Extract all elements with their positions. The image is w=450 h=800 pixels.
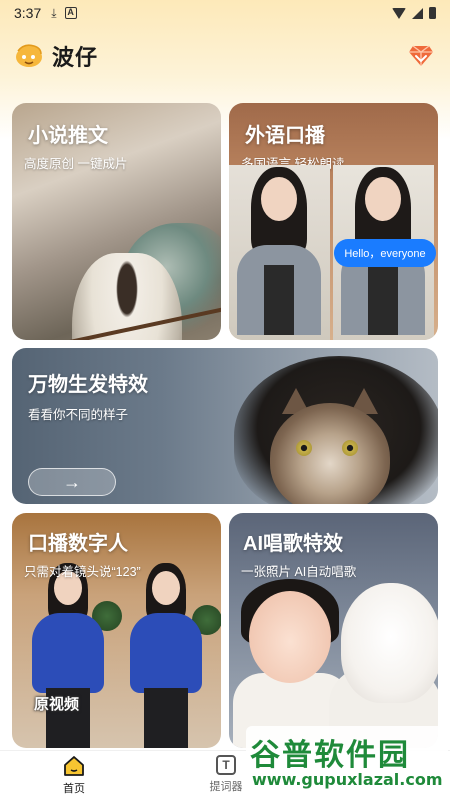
diamond-gem-icon — [409, 45, 433, 66]
novel-video-card[interactable]: 小说推文 高度原创 一键成片 — [12, 103, 221, 340]
site-watermark: 谷普软件园 www.gupuxlazal.com — [246, 726, 448, 798]
novel-card-title: 小说推文 — [28, 125, 108, 147]
watermark-cn-text: 谷普软件园 — [250, 738, 410, 773]
white-cat-illustration — [341, 583, 438, 703]
presenter-original — [18, 563, 118, 748]
hair-card-arrow-button[interactable]: → — [28, 468, 116, 496]
original-video-label: 原视频 — [34, 696, 80, 713]
nav-label-home: 首页 — [63, 783, 85, 795]
digital-human-card[interactable]: 口播数字人 只需对着镜头说“123” 原视频 — [12, 513, 221, 748]
cat-eye-right — [342, 440, 358, 456]
status-bar: 3:37 ⤓ A — [0, 0, 450, 26]
status-time: 3:37 — [14, 5, 42, 21]
teleprompter-icon: T — [216, 755, 236, 775]
sing-card-subtitle: 一张照片 AI自动唱歌 — [241, 565, 357, 579]
watermark-url-text: www.gupuxlazal.com — [252, 770, 443, 789]
download-icon: ⤓ — [51, 5, 57, 20]
battery-icon — [429, 7, 436, 19]
home-icon — [63, 755, 85, 777]
hair-growth-effect-card[interactable]: 万物生发特效 看看你不同的样子 → — [12, 348, 438, 504]
signal-icon — [412, 7, 423, 19]
hair-card-title: 万物生发特效 — [28, 374, 148, 396]
hair-card-subtitle: 看看你不同的样子 — [28, 408, 129, 422]
vip-gem-button[interactable] — [406, 41, 436, 71]
a-box-icon: A — [64, 7, 77, 19]
presenter-panel-left — [229, 165, 330, 340]
tabby-cat-illustration — [270, 403, 390, 504]
ai-singing-card[interactable]: AI唱歌特效 一张照片 AI自动唱歌 — [229, 513, 438, 748]
foreign-language-card[interactable]: 外语口播 多国语言 轻松朗读 Hello，everyone — [229, 103, 438, 340]
status-right-icons — [392, 7, 436, 19]
human-card-subtitle: 只需对着镜头说“123” — [24, 565, 141, 579]
app-title: 波仔 — [52, 45, 99, 70]
sing-card-title: AI唱歌特效 — [243, 533, 343, 555]
mascot-face-icon — [14, 43, 44, 69]
wifi-icon — [392, 7, 406, 19]
app-header: 波仔 — [0, 36, 450, 76]
human-card-title: 口播数字人 — [28, 533, 128, 555]
girl-illustration — [249, 591, 331, 683]
hello-speech-bubble: Hello，everyone — [334, 239, 436, 267]
nav-label-teleprompter: 提词器 — [209, 781, 243, 793]
novel-card-subtitle: 高度原创 一键成片 — [24, 157, 128, 171]
nav-item-home[interactable]: 首页 — [44, 755, 104, 799]
language-card-title: 外语口播 — [245, 125, 325, 147]
cat-eye-left — [296, 440, 312, 456]
presenter-generated — [116, 563, 216, 748]
